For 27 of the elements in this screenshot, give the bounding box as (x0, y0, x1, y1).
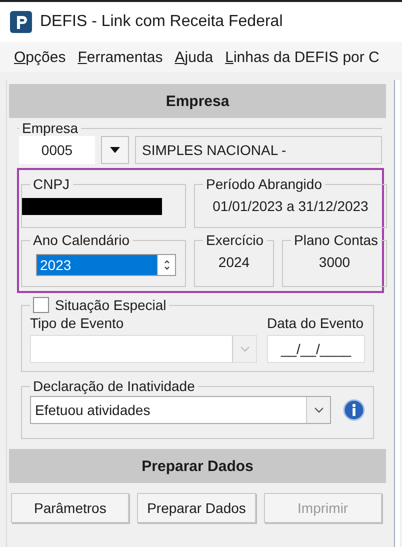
section-header: Empresa (9, 84, 386, 118)
field-label: Data do Evento (267, 315, 365, 331)
exercise-value: 2024 (217, 253, 251, 270)
menu-item[interactable]: Ferramentas (78, 48, 163, 66)
menu-item[interactable]: Ajuda (174, 48, 214, 66)
event-date-field[interactable]: __/__/____ (267, 335, 365, 363)
field-label: Ano Calendário (33, 232, 130, 248)
field-label: Tipo de Evento (30, 315, 125, 331)
field-label: CNPJ (33, 176, 70, 192)
field-label: Período Abrangido (206, 176, 322, 192)
period-value: 01/01/2023 a 31/12/2023 (212, 197, 370, 214)
chart-of-accounts-value: 3000 (318, 253, 352, 270)
group-label: Declaração de Inatividade (33, 378, 195, 394)
window-title: DEFIS - Link com Receita Federal (40, 13, 283, 31)
field-label: Plano Contas (294, 232, 378, 248)
section-header: Preparar Dados (9, 449, 386, 483)
action-button[interactable]: Parâmetros (11, 493, 130, 523)
company-name-field: SIMPLES NACIONAL - (135, 136, 382, 164)
inactivity-dropdown[interactable]: Efetuou atividades (30, 396, 331, 424)
field-label: Exercício (206, 232, 264, 248)
year-spinner[interactable]: 2023 (36, 254, 176, 276)
action-button[interactable]: Preparar Dados (137, 493, 256, 523)
menu-item[interactable]: Linhas da DEFIS por C (225, 48, 380, 66)
checkbox-label: Situação Especial (55, 297, 166, 313)
group-label: Empresa (22, 120, 78, 136)
menu-item[interactable]: Opções (14, 48, 66, 66)
code-field[interactable]: 0005 (19, 136, 95, 164)
